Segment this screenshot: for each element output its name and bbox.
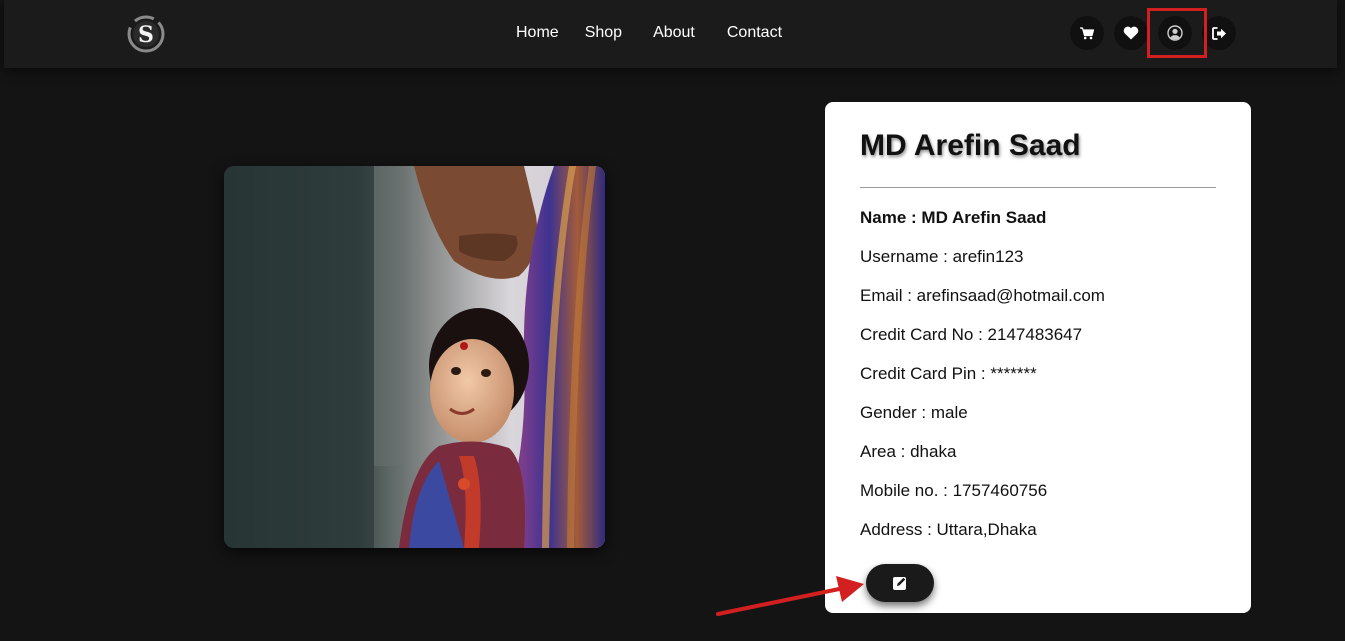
divider [860, 187, 1216, 188]
nav-links: Home Shop About Contact [511, 23, 782, 43]
navbar: S Home Shop About Contact [4, 0, 1337, 68]
detail-credit-card: Credit Card No : 2147483647 [860, 325, 1083, 344]
detail-card-pin: Credit Card Pin : ******* [860, 364, 1037, 383]
edit-icon [893, 577, 906, 590]
nav-link-contact[interactable]: Contact [727, 23, 782, 43]
profile-card: MD Arefin Saad Name : MD Arefin Saad Use… [825, 102, 1251, 613]
detail-gender: Gender : male [860, 403, 968, 422]
detail-username: Username : arefin123 [860, 247, 1024, 266]
detail-area: Area : dhaka [860, 442, 957, 461]
detail-email: Email : arefinsaad@hotmail.com [860, 286, 1105, 305]
cart-icon [1080, 26, 1094, 39]
brand-logo[interactable]: S [124, 14, 168, 54]
heart-icon [1123, 26, 1139, 40]
detail-mobile: Mobile no. : 1757460756 [860, 481, 1048, 500]
logo-letter: S [138, 22, 154, 48]
profile-photo [224, 166, 605, 548]
cart-button[interactable] [1070, 16, 1104, 50]
detail-address: Address : Uttara,Dhaka [860, 520, 1037, 539]
annotation-arrow [716, 576, 864, 616]
edit-profile-button[interactable] [866, 564, 934, 602]
wishlist-button[interactable] [1114, 16, 1148, 50]
annotation-highlight-box [1147, 8, 1207, 58]
nav-link-shop[interactable]: Shop [585, 23, 622, 43]
nav-link-about[interactable]: About [653, 23, 695, 43]
logout-icon [1211, 26, 1226, 40]
nav-link-home[interactable]: Home [516, 23, 559, 43]
profile-title: MD Arefin Saad [860, 129, 1081, 162]
detail-name: Name : MD Arefin Saad [860, 208, 1047, 227]
logout-button[interactable] [1202, 16, 1236, 50]
